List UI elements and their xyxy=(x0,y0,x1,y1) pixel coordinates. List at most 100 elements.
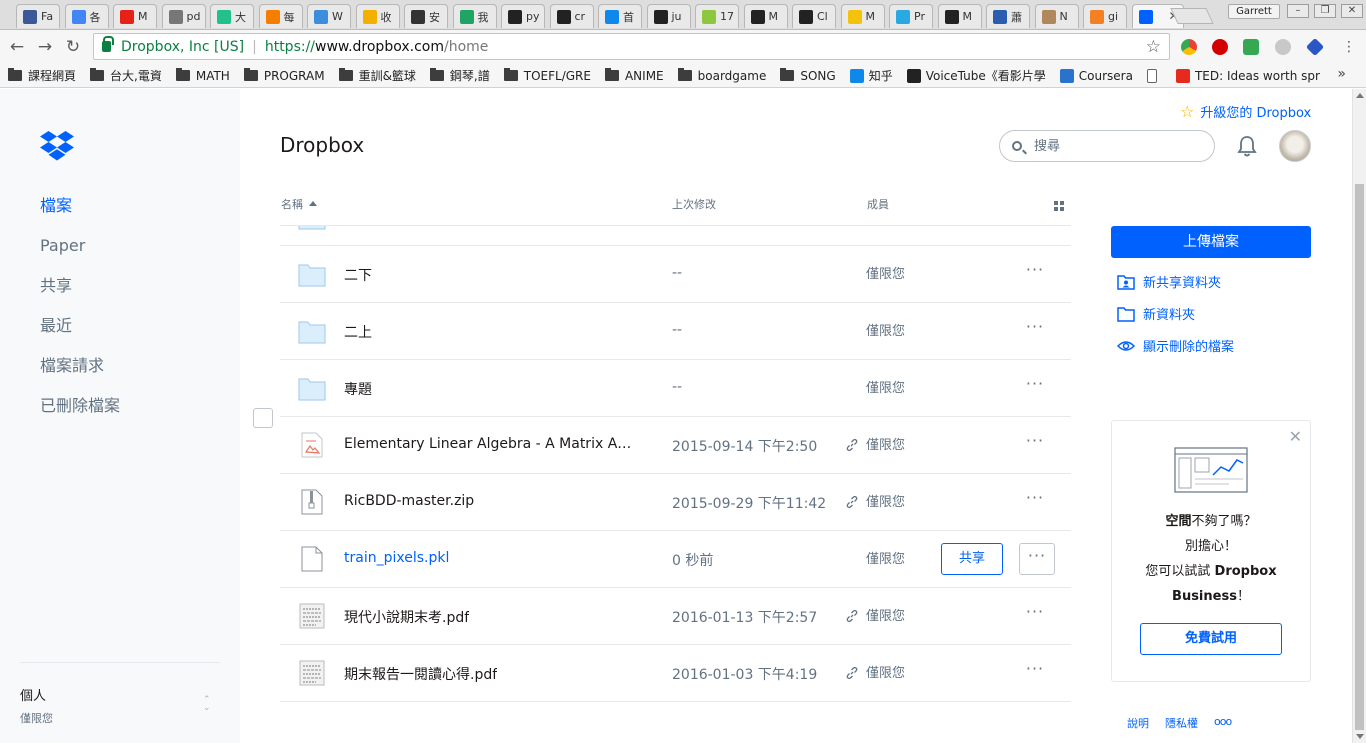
column-header-modified[interactable]: 上次修改 xyxy=(672,193,716,225)
sidebar-item-paper[interactable]: Paper xyxy=(40,234,120,274)
file-name[interactable]: Elementary Linear Algebra - A Matrix Ap.… xyxy=(344,436,634,452)
table-row[interactable]: Elementary Linear Algebra - A Matrix Ap.… xyxy=(280,417,1071,474)
more-options-link[interactable]: ooo xyxy=(1214,715,1232,731)
more-actions-button[interactable]: ··· xyxy=(1024,657,1046,687)
sidebar-item-deleted-files[interactable]: 已刪除檔案 xyxy=(40,394,120,434)
back-button[interactable]: ← xyxy=(6,36,28,58)
new-folder-button[interactable]: 新資料夾 xyxy=(1117,304,1195,323)
bookmark-item[interactable]: VoiceTube《看影片學 xyxy=(906,67,1046,84)
file-name[interactable]: RicBDD-master.zip xyxy=(344,493,474,509)
bookmark-item[interactable]: SONG xyxy=(780,68,836,83)
table-row[interactable] xyxy=(280,226,1071,246)
bookmark-star-icon[interactable]: ☆ xyxy=(1146,37,1161,57)
more-actions-button[interactable]: ··· xyxy=(1024,372,1046,402)
browser-tab[interactable]: 安 xyxy=(404,4,448,28)
bookmark-item[interactable]: TOEFL/GRE xyxy=(503,68,591,83)
bookmark-item[interactable]: 鋼琴,譜 xyxy=(429,67,490,84)
new-tab-button[interactable] xyxy=(1170,8,1214,24)
free-trial-button[interactable]: 免費試用 xyxy=(1140,623,1282,655)
sidebar-item-file-requests[interactable]: 檔案請求 xyxy=(40,354,120,394)
new-shared-folder-button[interactable]: 新共享資料夾 xyxy=(1117,272,1221,291)
bookmark-item[interactable]: 知乎 xyxy=(849,67,893,84)
browser-tab[interactable]: ju xyxy=(646,4,691,28)
table-row[interactable]: 期末報告一閱讀心得.pdf 2016-01-03 下午4:19 僅限您 ··· xyxy=(280,645,1071,702)
show-deleted-files-button[interactable]: 顯示刪除的檔案 xyxy=(1117,336,1234,355)
browser-tab[interactable]: 我 xyxy=(452,4,497,28)
more-actions-button[interactable]: ··· xyxy=(1019,543,1055,575)
browser-tab[interactable]: Pr xyxy=(889,4,933,28)
table-row[interactable]: train_pixels.pkl 0 秒前 僅限您 共享 ··· xyxy=(280,531,1071,588)
file-name[interactable]: 專題 xyxy=(344,379,372,399)
dropbox-logo-icon[interactable] xyxy=(40,129,74,161)
file-name[interactable]: 期末報告一閱讀心得.pdf xyxy=(344,664,497,684)
bookmark-item[interactable]: Coursera xyxy=(1059,68,1133,83)
help-link[interactable]: 說明 xyxy=(1127,715,1149,731)
table-row[interactable]: RicBDD-master.zip 2015-09-29 下午11:42 僅限您 ··… xyxy=(280,474,1071,531)
row-checkbox[interactable] xyxy=(253,408,273,428)
browser-tab[interactable]: 大 xyxy=(210,4,254,28)
bookmark-item[interactable]: TED: Ideas worth spr xyxy=(1175,68,1320,83)
share-button[interactable]: 共享 xyxy=(941,543,1003,575)
maximize-button[interactable]: ❐ xyxy=(1314,4,1336,18)
bookmark-item[interactable]: 台大,電資 xyxy=(90,67,162,84)
browser-tab[interactable]: 蕭 xyxy=(986,4,1030,28)
bookmark-item[interactable]: boardgame xyxy=(677,68,766,83)
browser-tab[interactable]: 每 xyxy=(258,4,303,28)
scroll-up-icon[interactable] xyxy=(1356,93,1364,98)
browser-tab[interactable]: M xyxy=(840,4,885,28)
sidebar-item-sharing[interactable]: 共享 xyxy=(40,274,120,314)
account-switcher[interactable]: 個人 僅限您 xyxy=(20,685,53,726)
more-actions-button[interactable]: ··· xyxy=(1024,315,1046,345)
grid-view-icon[interactable] xyxy=(1054,201,1064,211)
table-row[interactable]: 專題 -- 僅限您 ··· xyxy=(280,360,1071,417)
browser-tab[interactable]: W xyxy=(307,4,351,28)
layers-extension-icon[interactable] xyxy=(1305,37,1325,57)
browser-tab[interactable]: 17 xyxy=(695,4,739,28)
column-header-members[interactable]: 成員 xyxy=(867,193,889,225)
browser-tab[interactable]: 收 xyxy=(355,4,400,28)
browser-tab[interactable]: M xyxy=(937,4,982,28)
file-name[interactable]: train_pixels.pkl xyxy=(344,550,449,566)
bookmark-item[interactable]: 重訓&籃球 xyxy=(338,67,416,84)
s-extension-icon[interactable] xyxy=(1243,39,1259,55)
more-actions-button[interactable]: ··· xyxy=(1024,258,1046,288)
table-row[interactable]: 現代小說期末考.pdf 2016-01-13 下午2:57 僅限您 ··· xyxy=(280,588,1071,645)
bookmark-item[interactable]: ANIME xyxy=(604,68,664,83)
browser-tab[interactable]: cr xyxy=(549,4,594,28)
reload-button[interactable]: ↻ xyxy=(62,36,84,58)
profile-button[interactable]: Garrett xyxy=(1228,4,1280,19)
address-bar[interactable]: Dropbox, Inc [US] | https://www.dropbox.… xyxy=(93,33,1170,60)
browser-tab[interactable]: gi xyxy=(1083,4,1127,28)
browser-tab[interactable]: Cl xyxy=(792,4,836,28)
minimize-button[interactable]: – xyxy=(1287,4,1309,18)
sidebar-item-recents[interactable]: 最近 xyxy=(40,314,120,354)
forward-button[interactable]: → xyxy=(34,36,56,58)
browser-tab[interactable]: 各 xyxy=(64,4,109,28)
close-icon[interactable]: ✕ xyxy=(1289,427,1302,446)
bookmark-item[interactable]: PROGRAM xyxy=(243,68,325,83)
scroll-down-icon[interactable] xyxy=(1356,734,1364,739)
bookmarks-overflow-button[interactable]: » xyxy=(1337,66,1346,82)
file-name[interactable]: 二上 xyxy=(344,322,372,342)
browser-tab[interactable]: pd xyxy=(161,4,206,28)
bookmark-item[interactable]: 課程網頁 xyxy=(8,67,76,84)
bookmark-item[interactable]: MATH xyxy=(175,68,230,83)
privacy-link[interactable]: 隱私權 xyxy=(1165,715,1198,731)
more-actions-button[interactable]: ··· xyxy=(1024,486,1046,516)
account-toggle-icon[interactable]: ⌃ ⌄ xyxy=(203,696,211,713)
opera-extension-icon[interactable] xyxy=(1212,39,1228,55)
sync-extension-icon[interactable] xyxy=(1275,39,1291,55)
chrome-extension-icon[interactable] xyxy=(1181,39,1197,55)
upload-files-button[interactable]: 上傳檔案 xyxy=(1111,226,1311,258)
table-row[interactable]: 二上 -- 僅限您 ··· xyxy=(280,303,1071,360)
menu-icon[interactable]: ⋮ xyxy=(1338,36,1360,58)
table-row[interactable]: 二下 -- 僅限您 ··· xyxy=(280,246,1071,303)
browser-tab[interactable]: Fa xyxy=(16,4,60,28)
sidebar-item-files[interactable]: 檔案 xyxy=(40,194,120,234)
file-name[interactable]: 現代小說期末考.pdf xyxy=(344,607,469,627)
page-scrollbar[interactable] xyxy=(1352,89,1366,743)
column-header-name[interactable]: 名稱 xyxy=(281,193,317,225)
browser-tab[interactable]: M xyxy=(113,4,157,28)
browser-tab[interactable]: 首 xyxy=(598,4,642,28)
browser-tab[interactable]: py xyxy=(501,4,545,28)
